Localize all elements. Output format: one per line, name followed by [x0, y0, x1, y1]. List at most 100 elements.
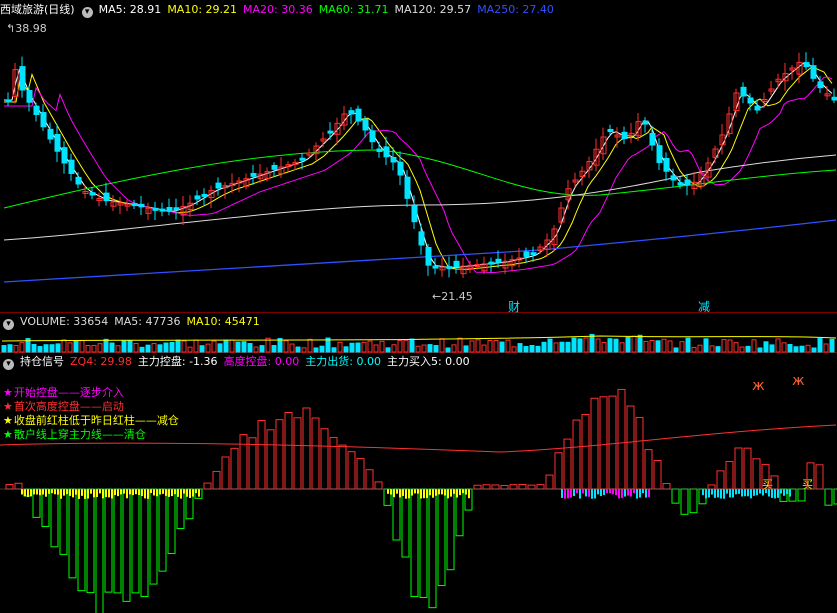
signal-marker [432, 489, 434, 498]
volume-bar [487, 339, 493, 353]
volume-bar [277, 338, 283, 353]
candle-body [803, 62, 810, 68]
signal-marker [588, 489, 590, 497]
volume-bar [451, 344, 457, 353]
volume-bar [547, 338, 553, 353]
signal-red-bar [230, 447, 239, 490]
signal-marker [561, 489, 563, 498]
volume-indicator-values: VOLUME: 33654 MA5: 47736 MA10: 45471 [20, 315, 266, 328]
candle-body [607, 128, 614, 132]
indicator-value: MA20: 30.36 [243, 3, 313, 16]
signal-marker [48, 489, 50, 494]
signal-marker [390, 489, 392, 495]
volume-bar [343, 346, 349, 353]
volume-bar [7, 344, 13, 353]
chevron-down-icon[interactable]: ▾ [3, 359, 14, 370]
volume-bar [367, 340, 373, 353]
volume-bar [337, 341, 343, 353]
volume-bar [109, 342, 115, 353]
signal-marker [69, 489, 71, 496]
signal-marker [126, 489, 128, 499]
signal-marker [102, 489, 104, 499]
signal-marker [42, 489, 44, 495]
volume-bar [187, 346, 193, 353]
candle-body [54, 133, 61, 152]
volume-bar [79, 340, 85, 353]
chevron-down-icon[interactable]: ▾ [81, 7, 93, 18]
signal-marker [645, 489, 647, 498]
signal-marker [30, 489, 32, 497]
candle-body [649, 132, 656, 146]
candle-body [740, 86, 747, 97]
volume-bar [145, 344, 151, 353]
signal-marker [135, 489, 137, 495]
signal-marker [426, 489, 428, 498]
signal-red-bar [581, 413, 590, 490]
signal-marker [87, 489, 89, 499]
signal-marker [165, 489, 167, 496]
signal-marker [462, 489, 464, 494]
signal-marker [582, 489, 584, 494]
signal-marker [570, 489, 572, 498]
volume-bar [505, 339, 511, 353]
volume-bar [565, 341, 571, 353]
signal-marker [768, 489, 770, 497]
signal-marker [636, 489, 638, 499]
signal-red-bar [725, 461, 734, 490]
volume-bar [61, 339, 67, 353]
signal-red-bar [221, 456, 230, 490]
candle-body [621, 131, 628, 139]
candle-body [103, 192, 110, 202]
volume-bar [397, 339, 403, 353]
volume-bar [175, 339, 181, 353]
signal-marker [618, 489, 620, 499]
volume-bar [235, 341, 241, 353]
volume-bar [37, 346, 43, 353]
candle-body [432, 265, 439, 269]
signal-red-bar [707, 484, 716, 490]
volume-bar [463, 345, 469, 353]
stock-chart-canvas[interactable] [0, 0, 837, 613]
candle-body [166, 207, 173, 212]
signal-red-bar [329, 436, 338, 490]
volume-bar [475, 339, 481, 353]
indicator-value: MA10: 29.21 [167, 3, 238, 16]
signal-marker [450, 489, 452, 497]
signal-red-bar [500, 484, 509, 490]
signal-red-bar [662, 483, 671, 490]
signal-marker [429, 489, 431, 496]
volume-bar [319, 345, 325, 353]
volume-bar [529, 344, 535, 353]
signal-red-bar [374, 481, 383, 490]
signal-green-bar [158, 488, 167, 572]
volume-bar [619, 342, 625, 353]
signal-marker [132, 489, 134, 496]
indicator-value: 主力控盘: -1.36 [137, 355, 218, 368]
signal-red-bar [482, 484, 491, 490]
signal-marker [576, 489, 578, 494]
indicator-value: 主力出货: 0.00 [305, 355, 381, 368]
volume-bar [181, 340, 187, 353]
signal-marker [786, 489, 788, 494]
signal-marker [711, 489, 713, 495]
volume-bar [679, 341, 685, 353]
signal-marker [396, 489, 398, 494]
signal-green-bar [104, 488, 113, 593]
volume-bar [85, 344, 91, 353]
signal-marker [717, 489, 719, 498]
candle-body [215, 182, 222, 189]
signal-marker [57, 489, 59, 495]
volume-bar [595, 338, 601, 353]
candle-body [670, 175, 677, 181]
signal-marker [387, 489, 389, 494]
candle-body [754, 105, 761, 111]
volume-bar [253, 346, 259, 353]
volume-bar [13, 344, 19, 353]
signal-marker [99, 489, 101, 494]
signal-marker [150, 489, 152, 494]
signal-marker [624, 489, 626, 497]
chevron-down-icon[interactable]: ▾ [3, 319, 14, 330]
candle-body [397, 161, 404, 176]
candle-body [159, 208, 166, 212]
signal-green-bar [95, 488, 104, 613]
